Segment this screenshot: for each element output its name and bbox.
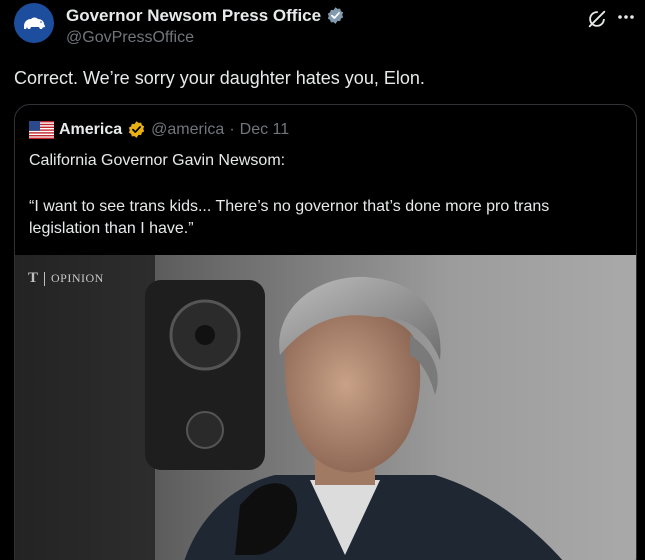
watermark-divider bbox=[44, 271, 46, 286]
grok-icon[interactable] bbox=[586, 8, 608, 30]
nyt-opinion-watermark: T OPINION bbox=[28, 270, 104, 287]
verified-badge-icon bbox=[327, 7, 344, 24]
tweet[interactable]: Governor Newsom Press Office @GovPressOf… bbox=[0, 0, 645, 560]
quoted-image[interactable]: T OPINION bbox=[15, 255, 636, 560]
newsom-photo-image bbox=[15, 255, 636, 560]
us-flag-icon bbox=[29, 120, 54, 139]
tweet-text: Correct. We’re sorry your daughter hates… bbox=[14, 68, 425, 88]
bear-logo-icon bbox=[24, 17, 45, 29]
quoted-date[interactable]: Dec 11 bbox=[240, 121, 290, 139]
quoted-text-line-2: “I want to see trans kids... There’s no … bbox=[29, 198, 550, 237]
tweet-header: Governor Newsom Press Office @GovPressOf… bbox=[66, 5, 345, 47]
quoted-tweet-header: America @america · Dec 11 bbox=[29, 120, 289, 139]
author-handle[interactable]: @GovPressOffice bbox=[66, 29, 345, 47]
quoted-tweet[interactable]: America @america · Dec 11 California Gov… bbox=[14, 104, 637, 560]
separator-dot: · bbox=[229, 120, 235, 138]
quoted-author-handle[interactable]: @america bbox=[151, 121, 224, 139]
more-icon[interactable] bbox=[616, 12, 636, 22]
verified-badge-icon bbox=[128, 121, 145, 138]
nyt-logo-icon: T bbox=[28, 270, 39, 286]
quoted-text-line-1: California Governor Gavin Newsom: bbox=[29, 152, 286, 169]
watermark-label: OPINION bbox=[51, 271, 104, 285]
quoted-author-name[interactable]: America bbox=[59, 121, 122, 139]
avatar[interactable] bbox=[14, 3, 54, 43]
author-name[interactable]: Governor Newsom Press Office bbox=[66, 6, 321, 26]
